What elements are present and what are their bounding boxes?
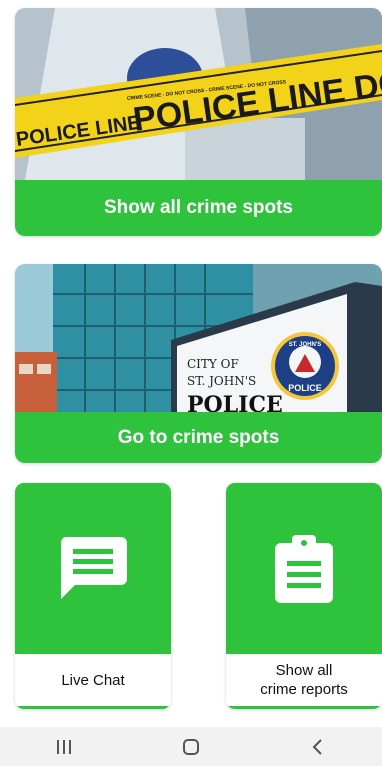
clipboard-icon: [275, 534, 333, 603]
recent-apps-button[interactable]: [34, 727, 94, 766]
go-crime-spots-card[interactable]: CITY OF ST. JOHN'S POLICE ST. JOHN'S POL…: [15, 264, 382, 463]
badge-text-top: ST. JOHN'S: [289, 342, 321, 348]
show-all-crime-spots-button[interactable]: Show all crime spots: [15, 180, 382, 236]
live-chat-underline: [15, 706, 171, 709]
sign-city-of: CITY OF: [187, 357, 239, 371]
recent-apps-icon: [56, 739, 71, 754]
sign-st-johns: ST. JOHN'S: [187, 374, 256, 388]
live-chat-label: Live Chat: [61, 671, 125, 689]
crime-spots-card[interactable]: POLICE LINE DO NOT C POLICE LINE CRIME S…: [15, 8, 382, 236]
home-icon: [182, 738, 199, 755]
police-building-photo: CITY OF ST. JOHN'S POLICE ST. JOHN'S POL…: [15, 264, 382, 412]
crime-reports-icon-area[interactable]: [226, 483, 382, 654]
crime-reports-tile[interactable]: Show all crime reports: [226, 483, 382, 709]
go-to-crime-spots-button[interactable]: Go to crime spots: [15, 412, 382, 463]
go-to-crime-spots-label: Go to crime spots: [117, 426, 280, 448]
home-button[interactable]: [161, 727, 221, 766]
crime-reports-underline: [226, 706, 382, 709]
back-button[interactable]: [288, 727, 348, 766]
live-chat-icon-area[interactable]: [15, 483, 171, 654]
crime-scene-photo: POLICE LINE DO NOT C POLICE LINE CRIME S…: [15, 8, 382, 180]
live-chat-tile[interactable]: Live Chat: [15, 483, 171, 709]
system-navigation-bar: [0, 727, 382, 766]
back-icon: [312, 738, 323, 755]
crime-reports-label: Show all crime reports: [260, 662, 348, 698]
badge-text: POLICE: [288, 383, 322, 393]
show-all-crime-spots-label: Show all crime spots: [104, 197, 293, 218]
chat-icon: [60, 536, 127, 599]
sign-police: POLICE: [187, 392, 283, 412]
